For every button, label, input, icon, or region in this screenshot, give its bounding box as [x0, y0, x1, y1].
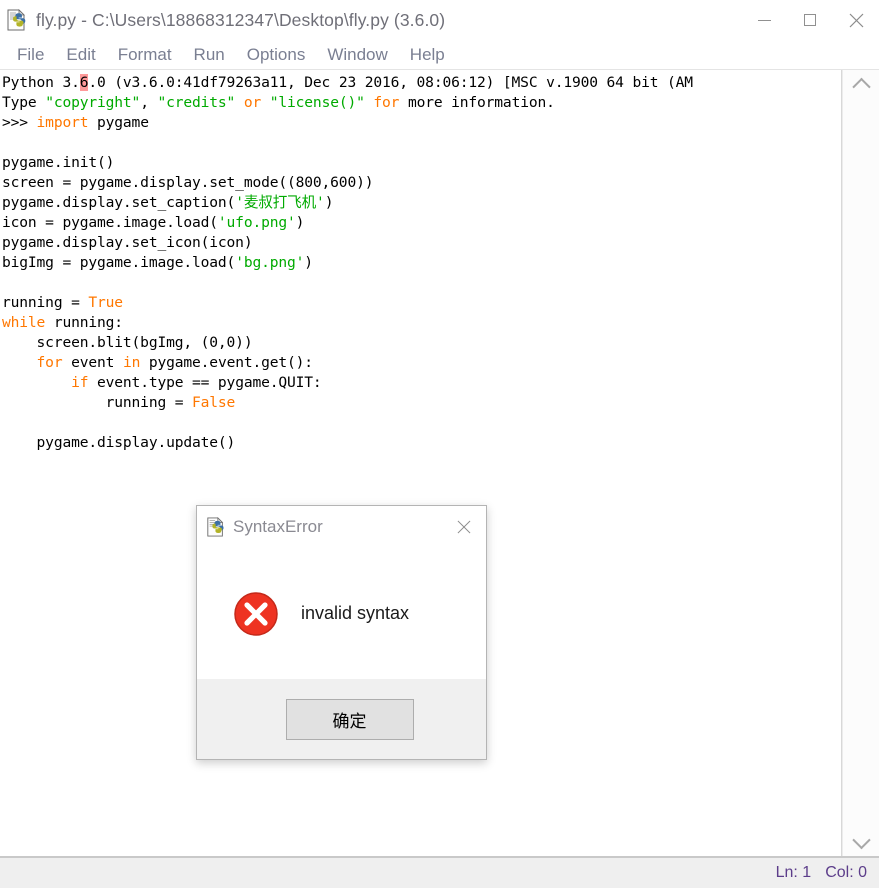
code-token: event — [62, 354, 123, 371]
dialog-title: SyntaxError — [233, 517, 323, 536]
shell-line: pygame.init() — [2, 153, 841, 173]
dialog-ok-button[interactable]: 确定 — [285, 698, 414, 740]
error-cross-icon — [233, 591, 279, 637]
dialog-title-bar: SyntaxError — [197, 506, 486, 548]
menu-item-file[interactable]: File — [6, 45, 55, 65]
code-token: running: — [45, 314, 123, 331]
shell-line: Python 3.6.0 (v3.6.0:41df79263a11, Dec 2… — [2, 73, 841, 93]
shell-line: icon = pygame.image.load('ufo.png') — [2, 213, 841, 233]
maximize-button[interactable] — [787, 0, 833, 40]
code-token: running = — [2, 394, 192, 411]
vertical-scrollbar[interactable] — [842, 70, 879, 856]
shell-line: pygame.display.set_icon(icon) — [2, 233, 841, 253]
shell-line: pygame.display.update() — [2, 433, 841, 453]
window-controls — [741, 0, 879, 40]
code-token: "copyright" — [45, 94, 141, 111]
code-token: "credits" — [157, 94, 236, 111]
code-token: if — [71, 374, 89, 391]
code-token: screen.blit(bgImg, (0,0)) — [2, 334, 253, 351]
code-token: or — [235, 94, 270, 111]
shell-line: screen.blit(bgImg, (0,0)) — [2, 333, 841, 353]
code-token: '麦叔打飞机' — [235, 194, 325, 211]
dialog-close-button[interactable] — [442, 506, 486, 548]
code-token: 'ufo.png' — [217, 214, 296, 231]
code-token: True — [88, 294, 123, 311]
shell-line: for event in pygame.event.get(): — [2, 353, 841, 373]
close-icon — [457, 520, 471, 534]
menu-item-edit[interactable]: Edit — [55, 45, 106, 65]
code-token: ) — [304, 254, 313, 271]
status-column-indicator: Col: 0 — [825, 864, 867, 881]
code-token: screen = pygame.display.set_mode((800,60… — [2, 174, 374, 191]
code-token: while — [2, 314, 46, 331]
code-token: 'bg.png' — [235, 254, 305, 271]
status-bar: Ln: 1 Col: 0 — [0, 856, 879, 888]
code-token: running = — [2, 294, 89, 311]
close-icon — [849, 13, 863, 27]
code-token: Python 3. — [2, 74, 80, 91]
menu-item-run[interactable]: Run — [183, 45, 236, 65]
python-file-icon — [206, 517, 226, 537]
shell-line: bigImg = pygame.image.load('bg.png') — [2, 253, 841, 273]
code-token: pygame — [88, 114, 149, 131]
shell-line: if event.type == pygame.QUIT: — [2, 373, 841, 393]
menu-bar: File Edit Format Run Options Window Help — [0, 40, 879, 70]
shell-line: pygame.display.set_caption('麦叔打飞机') — [2, 193, 841, 213]
title-bar: fly.py - C:\Users\18868312347\Desktop\fl… — [0, 0, 879, 40]
syntax-error-dialog: SyntaxError invalid syntax 确定 — [196, 505, 487, 760]
code-token: Type — [2, 94, 46, 111]
dialog-content: invalid syntax — [197, 548, 486, 679]
code-token: .0 (v3.6.0:41df79263a11, Dec 23 2016, 08… — [88, 74, 693, 91]
shell-line: Type "copyright", "credits" or "license(… — [2, 93, 841, 113]
shell-line: screen = pygame.display.set_mode((800,60… — [2, 173, 841, 193]
code-token: in — [122, 354, 141, 371]
code-token: import — [36, 114, 89, 131]
minimize-icon — [757, 19, 771, 21]
code-token: event.type == pygame.QUIT: — [88, 374, 322, 391]
shell-line: running = True — [2, 293, 841, 313]
code-token: , — [140, 94, 158, 111]
menu-item-format[interactable]: Format — [107, 45, 183, 65]
menu-item-window[interactable]: Window — [316, 45, 398, 65]
menu-item-help[interactable]: Help — [399, 45, 456, 65]
shell-output: Python 3.6.0 (v3.6.0:41df79263a11, Dec 2… — [0, 70, 841, 453]
code-token: pygame.init() — [2, 154, 115, 171]
chevron-down-icon — [851, 830, 871, 849]
code-token: False — [192, 394, 236, 411]
code-token: bigImg = pygame.image.load( — [2, 254, 236, 271]
dialog-footer: 确定 — [197, 679, 486, 759]
chevron-up-icon — [851, 77, 871, 96]
code-token: pygame.display.set_icon(icon) — [2, 234, 253, 251]
scroll-down-arrow[interactable] — [843, 826, 879, 856]
code-token: icon = pygame.image.load( — [2, 214, 218, 231]
code-token: pygame.event.get(): — [140, 354, 313, 371]
error-message: invalid syntax — [301, 603, 410, 623]
close-button[interactable] — [833, 0, 879, 40]
scroll-up-arrow[interactable] — [843, 70, 879, 100]
code-token: for — [364, 94, 408, 111]
python-file-icon — [6, 9, 28, 31]
scrollbar-track[interactable] — [843, 100, 879, 826]
shell-line: running = False — [2, 393, 841, 413]
code-token: >>> — [2, 114, 37, 131]
code-token: pygame.display.update() — [2, 434, 236, 451]
window-title: fly.py - C:\Users\18868312347\Desktop\fl… — [36, 9, 446, 30]
code-token: pygame.display.set_caption( — [2, 194, 236, 211]
shell-line: >>> import pygame — [2, 113, 841, 133]
status-line-indicator: Ln: 1 — [775, 864, 812, 881]
code-token: "license()" — [269, 94, 365, 111]
maximize-icon — [804, 14, 816, 26]
menu-item-options[interactable]: Options — [236, 45, 317, 65]
code-token: ) — [324, 194, 334, 211]
code-token: more information. — [407, 94, 555, 111]
code-token: for — [36, 354, 63, 371]
shell-line: while running: — [2, 313, 841, 333]
minimize-button[interactable] — [741, 0, 787, 40]
code-token: ) — [295, 214, 305, 231]
